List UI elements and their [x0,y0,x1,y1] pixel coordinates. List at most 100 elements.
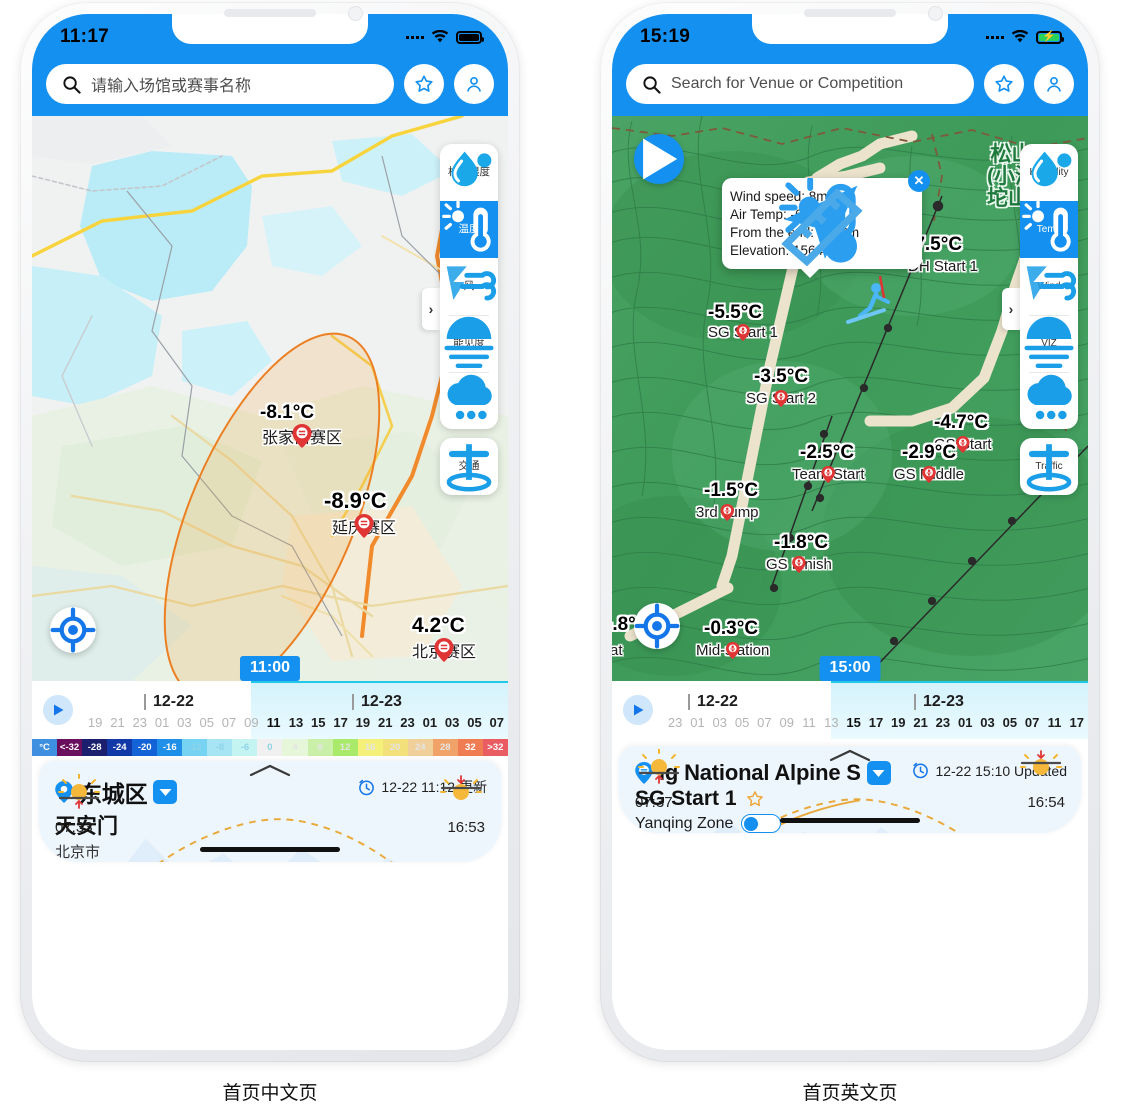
rail-item-precip[interactable]: Precip [1020,372,1078,429]
map-poi[interactable]: GS Finish [766,556,832,573]
timeline-hour[interactable]: 11 [798,715,820,730]
map-poi[interactable]: 3rd Jump [696,504,759,521]
point-info-popup[interactable]: ✕ Wind speed: 8m/s Air Temp: -6.9°C From… [722,170,930,278]
location-dropdown-button[interactable] [866,761,891,785]
signal-icon [986,35,1004,39]
venue-pin-icon [736,324,750,341]
map-poi[interactable]: 张家口赛区 [262,424,342,448]
timeline-hour[interactable]: 03 [709,715,731,730]
timeline-hour[interactable]: 01 [419,715,441,730]
locate-button-right[interactable] [634,603,680,649]
timeline-hour[interactable]: 11 [263,715,285,730]
timeline-hour[interactable]: 17 [1066,715,1088,730]
search-input[interactable]: Search for Venue or Competition [626,64,974,104]
timeline-hour[interactable]: 19 [84,715,106,730]
rail-item-wind[interactable]: Wind [1020,258,1078,315]
legend-stop: 28 [432,739,458,756]
timeline-hour[interactable]: 17 [329,715,351,730]
timeline-hour[interactable]: 03 [976,715,998,730]
timeline-hour[interactable]: 03 [441,715,463,730]
timeline-dates: 12-22 12-23 [664,691,1088,715]
rail-item-visibility[interactable]: 能见度 [440,315,498,372]
map-poi[interactable]: SG Start 1 [708,324,778,341]
visibility-icon [1024,316,1074,369]
timeline-hour[interactable]: 21 [374,715,396,730]
map-poi[interactable]: Mid-station [696,642,769,659]
timeline-hour[interactable]: 09 [240,715,262,730]
timeline-play-button[interactable] [32,681,84,739]
map-poi[interactable]: GS Middle [894,466,964,483]
timeline-hour[interactable]: 07 [753,715,775,730]
timeline-hour[interactable]: 23 [932,715,954,730]
favorites-button[interactable] [404,64,444,104]
zone-row: Yanqing Zone [635,814,1065,833]
rail-collapse-toggle[interactable]: › [1002,288,1020,330]
timeline-hour[interactable]: 05 [999,715,1021,730]
timeline-hour[interactable]: 23 [396,715,418,730]
status-icons [406,30,484,44]
rail-item-temp[interactable]: 温度 [440,201,498,258]
rail-item-wind[interactable]: 风 [440,258,498,315]
timeline-hour[interactable]: 05 [196,715,218,730]
timeline-hour[interactable]: 07 [1021,715,1043,730]
timeline-hour[interactable]: 05 [731,715,753,730]
user-icon [1047,76,1061,92]
map-poi[interactable]: Team Start [792,466,865,483]
timeline-hour[interactable]: 01 [954,715,976,730]
chevron-down-icon [159,788,172,796]
rail-item-humidity[interactable]: 相对湿度 [440,144,498,201]
legend-stop: -8 [207,739,233,756]
timeline-hour[interactable]: 01 [151,715,173,730]
timeline-hour[interactable]: 07 [218,715,240,730]
timeline-hour[interactable]: 21 [909,715,931,730]
map-time-badge-right: 15:00 [819,656,881,681]
location-dropdown-button[interactable] [153,780,178,804]
profile-button[interactable] [454,64,494,104]
timeline-hour[interactable]: 11 [1043,715,1065,730]
map-left[interactable]: -8.1°C 张家口赛区 -8.9°C 延庆 [32,116,508,681]
rail-collapse-toggle[interactable]: › [422,288,440,330]
rail-item-traffic[interactable]: Traffic [1020,438,1078,495]
rail-item-precip[interactable]: 降水 [440,372,498,429]
zone-label: Yanqing Zone [635,814,734,832]
timeline-right[interactable]: 12-22 12-23 23 01 03 05 07 09 11 13 15 17 19 21 23 01… [612,681,1088,739]
rail-item-visibility[interactable]: VIZ [1020,315,1078,372]
timeline-hour[interactable]: 23 [129,715,151,730]
search-input[interactable]: 请输入场馆或赛事名称 [46,64,394,104]
sunrise-time: 07:33 [55,819,93,836]
map-poi[interactable]: 延庆赛区 [332,514,396,538]
map-poi[interactable]: SG Start 2 [746,390,816,407]
timeline-play-button[interactable] [612,681,664,739]
timeline-hour[interactable]: 03 [173,715,195,730]
search-placeholder: Search for Venue or Competition [671,75,904,92]
timeline-hours[interactable]: 19 21 23 01 03 05 07 09 11 13 15 17 19 21 23 01 03 05 07 [84,715,508,730]
timeline-hour[interactable]: 15 [843,715,865,730]
zone-toggle[interactable] [741,814,782,833]
map-play-button[interactable] [634,134,684,184]
rail-item-traffic[interactable]: 交通 [440,438,498,495]
map-right[interactable]: 松山 (小海 坨山) ✕ Wind speed: 8m/s Air Temp: … [612,116,1088,681]
profile-button[interactable] [1034,64,1074,104]
timeline-hour[interactable]: 17 [865,715,887,730]
timeline-hour[interactable]: 01 [686,715,708,730]
timeline-hour[interactable]: 05 [463,715,485,730]
sunrise-icon [58,774,100,809]
timeline-hour[interactable]: 09 [776,715,798,730]
timeline-hour[interactable]: 23 [664,715,686,730]
timeline-hours[interactable]: 23 01 03 05 07 09 11 13 15 17 19 21 23 01 03 05 07 11 17 [664,715,1088,730]
timeline-hour[interactable]: 19 [887,715,909,730]
timeline-date: 12-22 [688,693,738,710]
timeline-hour[interactable]: 21 [106,715,128,730]
rail-item-temp[interactable]: Temp [1020,201,1078,258]
timeline-hour[interactable]: 19 [352,715,374,730]
map-poi[interactable]: at [612,642,623,659]
timeline-hour[interactable]: 13 [820,715,842,730]
locate-button-left[interactable] [50,607,96,653]
venue-pin-icon [725,642,740,659]
timeline-hour[interactable]: 15 [307,715,329,730]
timeline-hour[interactable]: 13 [285,715,307,730]
timeline-left[interactable]: 12-22 12-23 19 21 23 01 03 05 07 09 11 13 15 17 19 21… [32,681,508,739]
timeline-hour[interactable]: 07 [486,715,508,730]
rail-item-humidity[interactable]: Humidity [1020,144,1078,201]
favorites-button[interactable] [984,64,1024,104]
